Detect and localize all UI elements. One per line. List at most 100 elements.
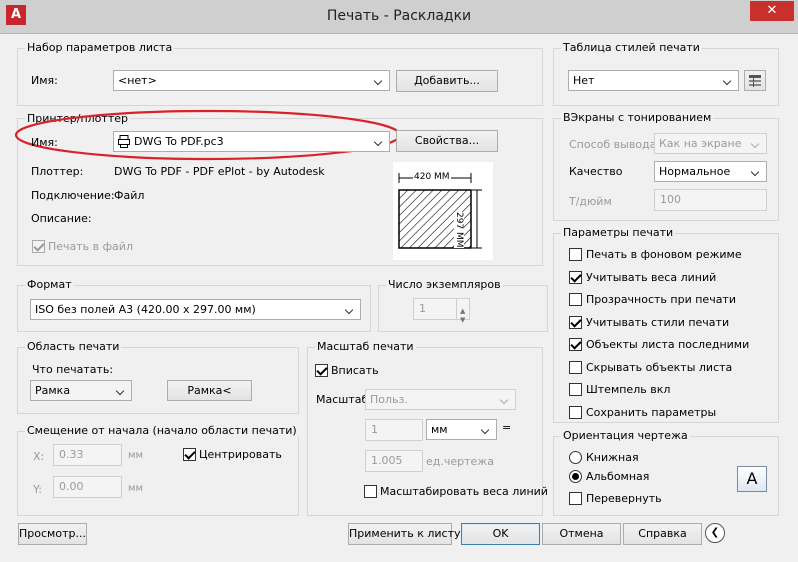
orientation-preview-icon: A <box>737 466 767 492</box>
landscape-radio[interactable] <box>569 470 582 483</box>
plot-option-label: Прозрачность при печати <box>586 293 736 306</box>
landscape-label: Альбомная <box>586 470 650 483</box>
plot-option-checkbox[interactable] <box>569 271 582 284</box>
scale-select[interactable]: Польз. <box>365 389 516 410</box>
chevron-down-icon <box>499 390 511 409</box>
window-pick-button[interactable]: Рамка< <box>167 380 252 401</box>
print-dialog: A Печать - Раскладки ✕ Набор параметров … <box>0 0 798 562</box>
plot-style-title: Таблица стилей печати <box>561 41 702 54</box>
help-button[interactable]: Справка <box>623 523 702 545</box>
dpi-label: Т/дюйм <box>569 195 612 208</box>
scale-equals-sign: = <box>502 421 512 434</box>
plotter-value: DWG To PDF - PDF ePlot - by Autodesk <box>114 165 325 178</box>
center-plot-checkbox[interactable] <box>183 448 196 461</box>
printer-select-value: DWG To PDF.pc3 <box>134 135 224 148</box>
chevron-down-icon <box>722 71 734 90</box>
stepper-arrows-icon[interactable]: ▲ ▼ <box>456 299 469 324</box>
page-setup-select[interactable]: <нет> <box>113 70 390 91</box>
plot-option-checkbox[interactable] <box>569 361 582 374</box>
connection-label: Подключение: <box>31 189 115 202</box>
format-title: Формат <box>25 278 74 291</box>
paper-format-value: ISO без полей A3 (420.00 x 297.00 мм) <box>35 303 256 316</box>
plot-option-checkbox[interactable] <box>569 338 582 351</box>
plot-option-checkbox[interactable] <box>569 383 582 396</box>
print-area-title: Область печати <box>25 340 122 353</box>
dpi-field[interactable]: 100 <box>654 189 767 211</box>
portrait-radio[interactable] <box>569 451 582 464</box>
chevron-down-icon <box>344 300 356 319</box>
scale-select-value: Польз. <box>370 393 408 406</box>
scale-units-value: мм <box>431 423 448 436</box>
chevron-down-icon <box>750 134 762 153</box>
drawing-units-label: ед.чертежа <box>426 455 494 468</box>
plot-options-title: Параметры печати <box>561 226 676 239</box>
shaded-viewport-title: ВЭкраны с тонированием <box>561 111 714 124</box>
copies-title: Число экземпляров <box>386 278 503 291</box>
scale-lineweights-checkbox[interactable] <box>364 485 377 498</box>
plot-style-select[interactable]: Нет <box>568 70 739 91</box>
plotter-icon <box>118 135 130 148</box>
plot-option-checkbox[interactable] <box>569 406 582 419</box>
edit-plot-style-button[interactable] <box>744 70 766 91</box>
plot-option-checkbox[interactable] <box>569 248 582 261</box>
add-page-setup-button[interactable]: Добавить... <box>396 70 498 92</box>
window-title: Печать - Раскладки <box>326 8 472 24</box>
close-button[interactable]: ✕ <box>750 1 794 21</box>
plot-style-value: Нет <box>573 74 595 87</box>
scale-drawing-units-field[interactable]: 1.005 <box>365 450 423 472</box>
apply-to-layout-button[interactable]: Применить к листу <box>348 523 460 545</box>
orientation-title: Ориентация чертежа <box>561 429 690 442</box>
fit-to-paper-label: Вписать <box>331 364 379 377</box>
paper-height-label: 297 MM <box>454 212 464 248</box>
plot-option-label: Скрывать объекты листа <box>586 361 733 374</box>
chevron-down-icon <box>115 381 127 400</box>
preview-button[interactable]: Просмотр... <box>18 523 87 545</box>
plot-option-checkbox[interactable] <box>569 293 582 306</box>
plotter-label: Плоттер: <box>31 165 84 178</box>
paper-preview: 420 MM 297 MM <box>393 162 493 260</box>
plot-offset-title: Смещение от начала (начало области печат… <box>25 424 299 437</box>
plot-option-label: Сохранить параметры <box>586 406 717 419</box>
portrait-label: Книжная <box>586 451 639 464</box>
printer-select[interactable]: DWG To PDF.pc3 <box>113 131 390 152</box>
ok-button[interactable]: OK <box>461 523 540 545</box>
printer-name-label: Имя: <box>31 136 58 149</box>
shade-plot-value: Как на экране <box>659 137 742 150</box>
quality-select[interactable]: Нормальное <box>654 161 767 182</box>
printer-properties-button[interactable]: Свойства... <box>396 130 498 152</box>
offset-y-unit: мм <box>128 483 144 494</box>
print-to-file-checkbox[interactable] <box>32 240 45 253</box>
offset-x-label: X: <box>33 450 45 463</box>
title-bar: A Печать - Раскладки ✕ <box>0 0 798 34</box>
print-to-file-label: Печать в файл <box>48 240 133 253</box>
offset-y-label: Y: <box>33 483 42 496</box>
copies-stepper[interactable]: 1 ▲ ▼ <box>413 298 470 324</box>
offset-y-field[interactable]: 0.00 <box>53 476 122 498</box>
shade-plot-label: Способ вывода <box>569 138 657 151</box>
upside-down-checkbox[interactable] <box>569 492 582 505</box>
plot-scale-title: Масштаб печати <box>315 340 416 353</box>
center-plot-label: Центрировать <box>199 448 282 461</box>
plot-option-checkbox[interactable] <box>569 316 582 329</box>
offset-x-field[interactable]: 0.33 <box>53 444 122 466</box>
paper-width-label: 420 MM <box>413 172 451 182</box>
scale-units-select[interactable]: мм <box>426 419 497 440</box>
shade-plot-select[interactable]: Как на экране <box>654 133 767 154</box>
offset-x-unit: мм <box>128 450 144 461</box>
scale-paper-units-field[interactable]: 1 <box>365 419 423 441</box>
cancel-button[interactable]: Отмена <box>542 523 621 545</box>
page-setup-select-value: <нет> <box>118 74 157 87</box>
chevron-down-icon <box>373 71 385 90</box>
description-label: Описание: <box>31 212 92 225</box>
plot-option-label: Учитывать стили печати <box>586 316 730 329</box>
quality-value: Нормальное <box>659 165 731 178</box>
chevron-down-icon <box>750 162 762 181</box>
upside-down-label: Перевернуть <box>586 492 662 505</box>
copies-value: 1 <box>419 302 426 315</box>
fit-to-paper-checkbox[interactable] <box>315 364 328 377</box>
edit-table-icon <box>749 75 761 87</box>
quality-label: Качество <box>569 165 623 178</box>
collapse-options-icon[interactable]: ❮ <box>705 523 725 543</box>
what-to-print-select[interactable]: Рамка <box>30 380 132 401</box>
paper-format-select[interactable]: ISO без полей A3 (420.00 x 297.00 мм) <box>30 299 361 320</box>
